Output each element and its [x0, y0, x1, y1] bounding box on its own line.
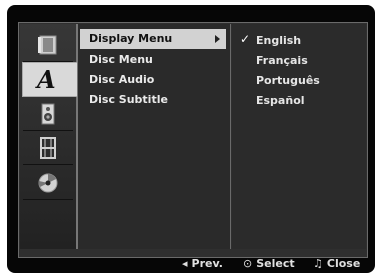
- options-column: ✓ English Français Português Español: [232, 24, 366, 249]
- category-sidebar: A: [20, 24, 78, 249]
- menu-item-disc-menu[interactable]: Disc Menu: [80, 50, 226, 70]
- menu-column: Display Menu Disc Menu Disc Audio Disc S…: [78, 24, 231, 249]
- option-espanol[interactable]: Español: [256, 93, 305, 109]
- close-hint[interactable]: ♫ Close: [313, 254, 360, 274]
- setup-screen: A Display Menu Disc Menu Disc Audio Disc…: [18, 22, 368, 258]
- menu-item-label: Disc Menu: [89, 53, 153, 66]
- option-english[interactable]: English: [256, 33, 301, 49]
- menu-item-label: Display Menu: [89, 32, 173, 45]
- submenu-arrow-icon: [215, 35, 220, 43]
- select-label: Select: [256, 257, 295, 270]
- prev-label: Prev.: [191, 257, 223, 270]
- speaker-icon[interactable]: [23, 97, 73, 131]
- menu-item-label: Disc Subtitle: [89, 93, 168, 106]
- select-button-icon: ⊙: [243, 257, 253, 270]
- film-icon[interactable]: [23, 131, 73, 165]
- menu-item-label: Disc Audio: [89, 73, 155, 86]
- disc-tray-icon[interactable]: [23, 28, 73, 62]
- option-portugues[interactable]: Português: [256, 73, 320, 89]
- prev-arrow-icon: ◂: [182, 257, 188, 270]
- prev-hint[interactable]: ◂ Prev.: [182, 254, 223, 274]
- select-hint[interactable]: ⊙ Select: [243, 254, 295, 274]
- menu-item-display-menu[interactable]: Display Menu: [80, 29, 226, 49]
- language-icon[interactable]: A: [22, 62, 77, 97]
- return-icon: ♫: [313, 257, 323, 270]
- close-label: Close: [326, 257, 361, 270]
- disc-icon[interactable]: [23, 166, 73, 200]
- option-francais[interactable]: Français: [256, 53, 308, 69]
- menu-item-disc-subtitle[interactable]: Disc Subtitle: [80, 90, 226, 110]
- menu-item-disc-audio[interactable]: Disc Audio: [80, 70, 226, 90]
- checkmark-icon: ✓: [240, 32, 251, 46]
